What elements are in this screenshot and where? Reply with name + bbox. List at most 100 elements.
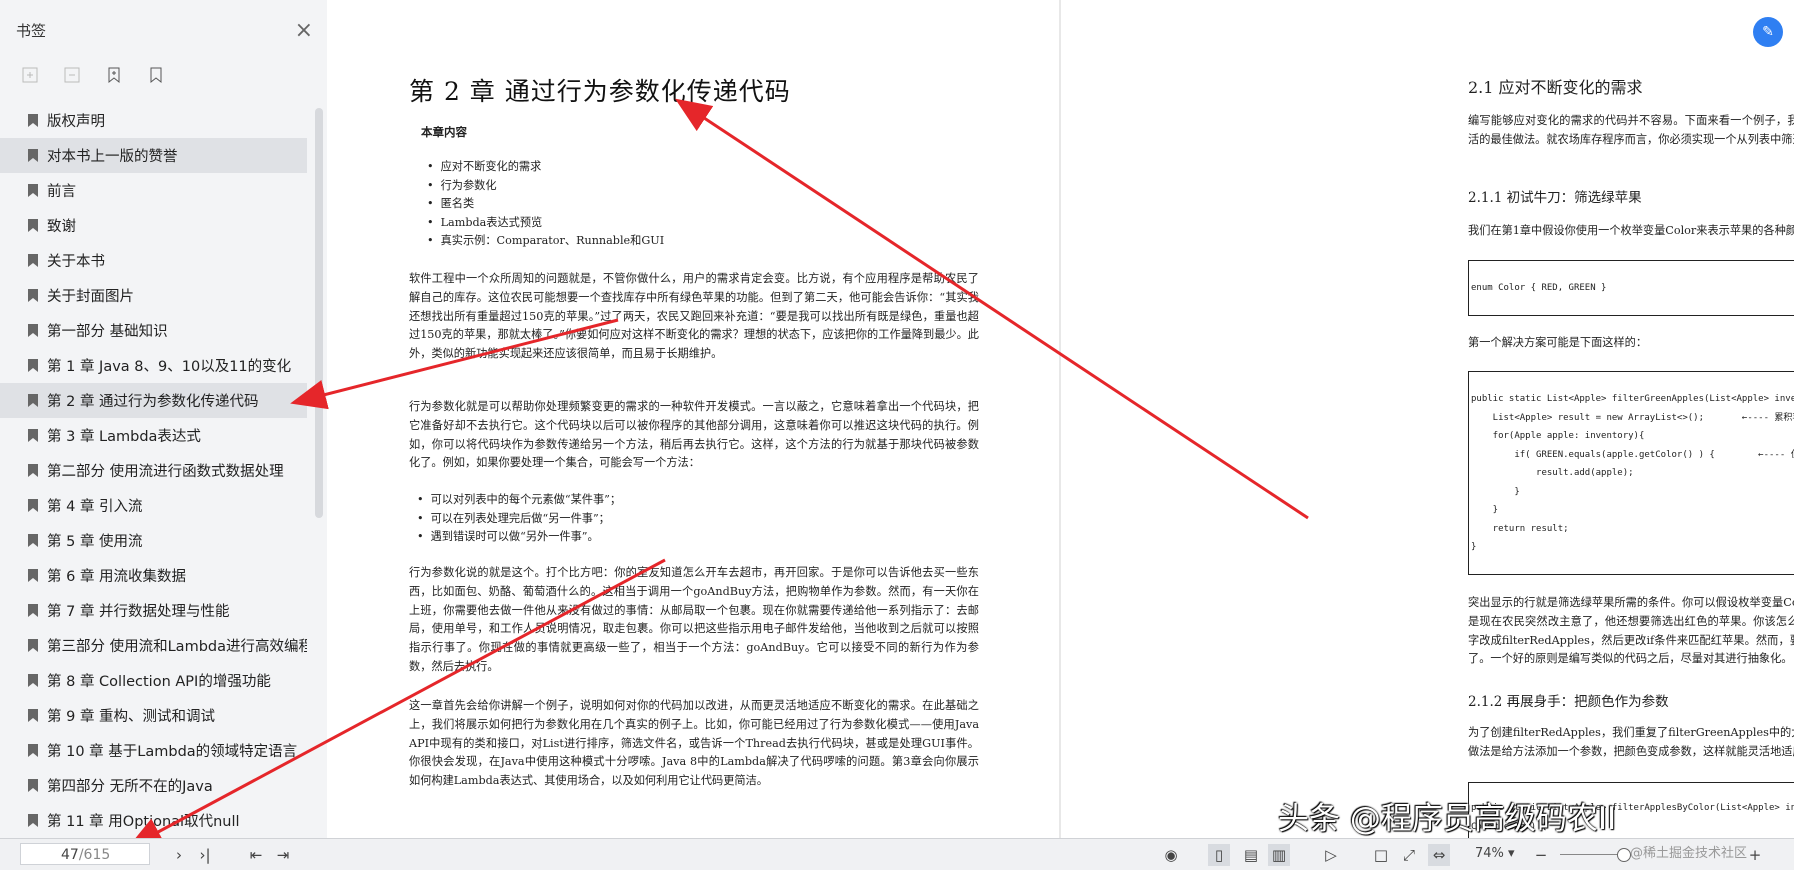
bookmark-icon [28, 254, 38, 267]
paragraph: 软件工程中一个众所周知的问题就是，不管你做什么，用户的需求肯定会变。比方说，有个… [409, 272, 979, 361]
bookmark-item[interactable]: 第 7 章 并行数据处理与性能 [0, 593, 307, 628]
eye-protect-icon[interactable]: ◉ [1160, 844, 1182, 866]
bookmark-item[interactable]: 关于本书 [0, 243, 307, 278]
play-icon[interactable]: ▷ [1320, 844, 1342, 866]
bookmark-item[interactable]: 第 4 章 引入流 [0, 488, 307, 523]
bookmark-item[interactable]: 版权声明 [0, 103, 307, 138]
bookmark-label: 第 2 章 通过行为参数化传递代码 [47, 394, 259, 410]
bookmark-item[interactable]: 第一部分 基础知识 [0, 313, 307, 348]
bookmark-icon [28, 219, 38, 232]
assistant-icon: ✎ [1762, 24, 1774, 40]
zoom-in-icon[interactable]: + [1744, 844, 1766, 866]
bookmark-label: 对本书上一版的赞誉 [47, 149, 178, 165]
bookmark-label: 第三部分 使用流和Lambda进行高效编程 [47, 639, 307, 655]
bookmark-item[interactable]: 第 11 章 用Optional取代null [0, 803, 307, 838]
bookmark-label: 版权声明 [47, 114, 105, 130]
bookmark-item[interactable]: 第三部分 使用流和Lambda进行高效编程 [0, 628, 307, 663]
fit-page-icon[interactable]: ⤢ [1398, 844, 1420, 866]
bookmark-item[interactable]: 第 1 章 Java 8、9、10以及11的变化 [0, 348, 307, 383]
bookmark-item[interactable]: 第四部分 无所不在的Java [0, 768, 307, 803]
double-page-icon[interactable]: ▥ [1268, 844, 1290, 866]
subsection-heading: 2.1.1 初试牛刀：筛选绿苹果 [1468, 190, 1642, 206]
bookmark-item[interactable]: 对本书上一版的赞誉 [0, 138, 307, 173]
watermark-toutiao: 头条 @程序员高级码农II [1278, 801, 1617, 837]
actual-size-icon[interactable]: □ [1370, 844, 1392, 866]
bookmark-item-current[interactable]: 第 2 章 通过行为参数化传递代码 [0, 383, 307, 418]
bookmark-label: 第 5 章 使用流 [47, 534, 143, 550]
bookmark-item[interactable]: 致谢 [0, 208, 307, 243]
bookmark-label: 第 7 章 并行数据处理与性能 [47, 604, 230, 620]
sidebar-title: 书签 [16, 21, 47, 40]
bookmark-sidebar: 书签 × 版权声明 对本书上一版的赞誉 前言 致谢 关于本书 关于封面图片 第一… [0, 0, 328, 838]
zoom-level[interactable]: 74% ▾ [1475, 846, 1515, 861]
bookmark-label: 第二部分 使用流进行函数式数据处理 [47, 464, 284, 480]
bookmark-icon [28, 674, 38, 687]
bookmark-label: 第一部分 基础知识 [47, 324, 168, 340]
bookmark-item[interactable]: 第 9 章 重构、测试和调试 [0, 698, 307, 733]
paragraph: 这一章首先会给你讲解一个例子，说明如何对你的代码加以改进，从而更灵活地适应不断变… [409, 699, 979, 788]
forward-icon[interactable]: ⇥ [272, 844, 294, 866]
code-block: enum Color { RED, GREEN } [1468, 260, 1794, 316]
list-item: 可以对列表中的每个元素做“某件事”； [417, 491, 621, 510]
list-item: Lambda表达式预览 [427, 214, 664, 233]
paragraph: 第一个解决方案可能是下面这样的： [1468, 336, 1648, 349]
bookmark-item[interactable]: 第 5 章 使用流 [0, 523, 307, 558]
list-item: 遇到错误时可以做“另外一件事”。 [417, 528, 621, 547]
current-page: 47 [61, 847, 79, 863]
bookmark-item[interactable]: 关于封面图片 [0, 278, 307, 313]
bookmark-label: 第 10 章 基于Lambda的领域特定语言 [47, 744, 298, 760]
paragraph: 为了创建filterRedApples，我们重复了filterGreenAppl… [1468, 726, 1794, 758]
paragraph: 我们在第1章中假设你使用一个枚举变量Color来表示苹果的各种颜色： [1468, 224, 1794, 237]
bookmark-icon [28, 604, 38, 617]
status-bar: 47/615 › ›| ⇤ ⇥ ◉ ▯ ▤ ▥ ▷ □ ⤢ ⇔ 74% ▾ − … [0, 838, 1794, 870]
collapse-all-icon[interactable] [62, 65, 82, 85]
expand-all-icon[interactable] [20, 65, 40, 85]
bookmark-label: 第 8 章 Collection API的增强功能 [47, 674, 271, 690]
bookmark-label: 第 11 章 用Optional取代null [47, 814, 240, 830]
bookmark-item[interactable]: 前言 [0, 173, 307, 208]
bookmark-item[interactable]: 第二部分 使用流进行函数式数据处理 [0, 453, 307, 488]
bookmark-label: 前言 [47, 184, 76, 200]
back-icon[interactable]: ⇤ [245, 844, 267, 866]
bookmark-icon [28, 464, 38, 477]
continuous-page-icon[interactable]: ▤ [1240, 844, 1262, 866]
bookmark-icon[interactable] [146, 65, 166, 85]
paragraph: 编写能够应对变化的需求的代码并不容易。下面来看一个例子，我们会逐步改进这个例子，… [1468, 114, 1794, 146]
bookmark-item[interactable]: 第 10 章 基于Lambda的领域特定语言 [0, 733, 307, 768]
contents-list: 应对不断变化的需求 行为参数化 匿名类 Lambda表达式预览 真实示例：Com… [427, 158, 665, 251]
list-item: 应对不断变化的需求 [427, 158, 664, 177]
bookmark-item[interactable]: 第 6 章 用流收集数据 [0, 558, 307, 593]
bookmark-label: 关于封面图片 [47, 289, 134, 305]
bookmark-label: 第 9 章 重构、测试和调试 [47, 709, 216, 725]
page-number-input[interactable]: 47/615 [20, 843, 150, 865]
next-page-icon[interactable]: › [168, 844, 190, 866]
add-bookmark-icon[interactable] [104, 65, 124, 85]
bookmark-icon [28, 289, 38, 302]
single-page-icon[interactable]: ▯ [1208, 844, 1230, 866]
document-viewer: 第 2 章 通过行为参数化传递代码 本章内容 应对不断变化的需求 行为参数化 匿… [327, 0, 1794, 838]
watermark-juejin: @稀土掘金技术社区 [1630, 846, 1748, 861]
bookmark-label: 第 1 章 Java 8、9、10以及11的变化 [47, 359, 292, 375]
bookmark-label: 致谢 [47, 219, 76, 235]
sidebar-scrollbar[interactable] [315, 108, 323, 518]
bookmark-icon [28, 324, 38, 337]
last-page-icon[interactable]: ›| [194, 844, 216, 866]
close-icon[interactable]: × [295, 18, 313, 43]
bookmark-label: 第 6 章 用流收集数据 [47, 569, 187, 585]
zoom-slider-knob[interactable] [1617, 848, 1631, 862]
paragraph: 突出显示的行就是筛选绿苹果所需的条件。你可以假设枚举变量Color是一个由颜色组… [1468, 596, 1794, 666]
bookmark-label: 第 3 章 Lambda表达式 [47, 429, 201, 445]
bookmark-icon [28, 114, 38, 127]
paragraph: 行为参数化说的就是这个。打个比方吧：你的室友知道怎么开车去超市，再开回家。于是你… [409, 566, 979, 673]
bullet-list: 可以对列表中的每个元素做“某件事”； 可以在列表处理完后做“另一件事”； 遇到错… [417, 491, 621, 547]
section-heading: 2.1 应对不断变化的需求 [1468, 78, 1643, 97]
subsection-heading: 2.1.2 再展身手：把颜色作为参数 [1468, 694, 1669, 710]
bookmark-icon [28, 429, 38, 442]
bookmark-item[interactable]: 第 8 章 Collection API的增强功能 [0, 663, 307, 698]
bookmark-item[interactable]: 第 3 章 Lambda表达式 [0, 418, 307, 453]
bookmark-icon [28, 639, 38, 652]
zoom-out-icon[interactable]: − [1530, 844, 1552, 866]
pdf-page-right: 2.1 应对不断变化的需求 编写能够应对变化的需求的代码并不容易。下面来看一个例… [1061, 0, 1794, 838]
assistant-button[interactable]: ✎ [1753, 17, 1783, 47]
fit-width-icon[interactable]: ⇔ [1428, 844, 1450, 866]
